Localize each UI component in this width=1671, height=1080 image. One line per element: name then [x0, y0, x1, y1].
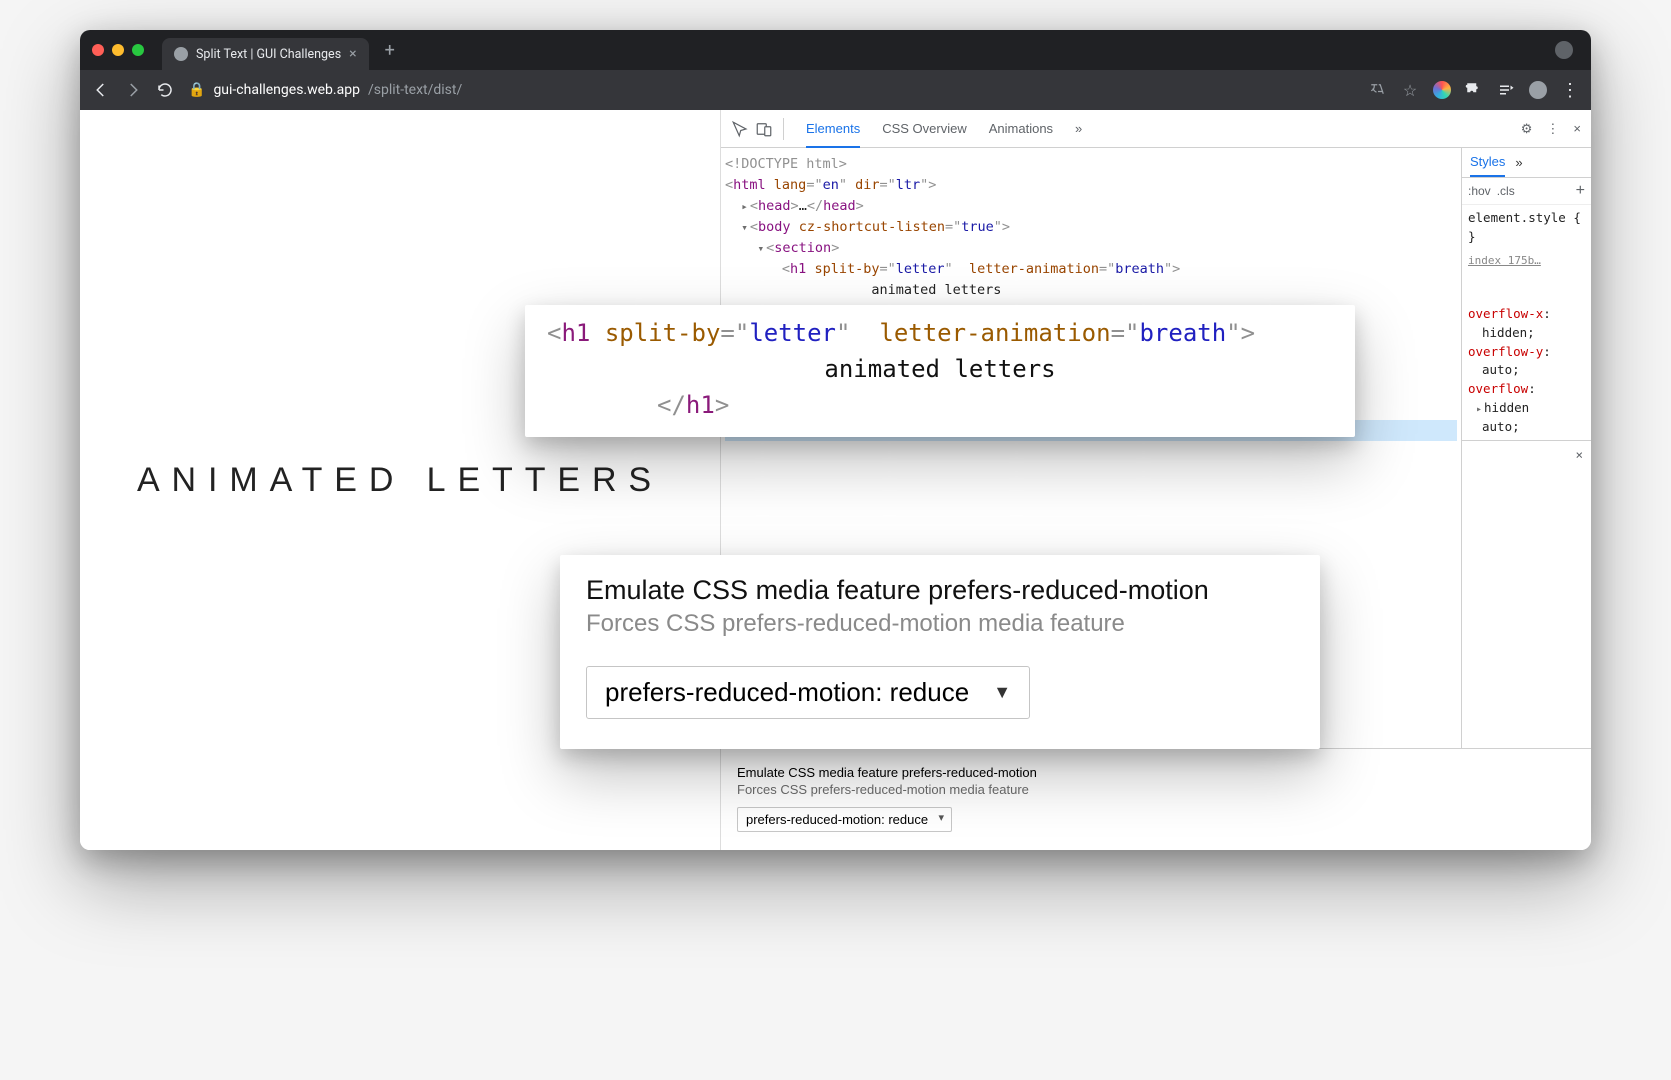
callout-code-snippet: <h1 split-by="letter" letter-animation="…: [525, 305, 1355, 437]
style-source[interactable]: index 175b…: [1468, 253, 1585, 270]
callout-render-title: Emulate CSS media feature prefers-reduce…: [586, 575, 1294, 606]
styles-pane: Styles » :hov .cls + element.style { } i…: [1461, 148, 1591, 748]
tab-title: Split Text | GUI Challenges: [196, 47, 341, 62]
favicon-icon: [174, 47, 188, 61]
reload-button[interactable]: [156, 81, 174, 99]
browser-tabbar: Split Text | GUI Challenges × +: [80, 30, 1591, 70]
fullscreen-icon[interactable]: [132, 44, 144, 56]
devtools-close-icon[interactable]: ×: [1573, 121, 1581, 136]
translate-icon[interactable]: [1369, 81, 1387, 99]
callout-rendering-panel: Emulate CSS media feature prefers-reduce…: [560, 555, 1320, 749]
profile-avatar-icon[interactable]: [1529, 81, 1547, 99]
profile-shield-icon[interactable]: [1555, 41, 1573, 59]
dom-section[interactable]: <section>: [725, 238, 1457, 259]
styles-more-icon[interactable]: »: [1515, 155, 1522, 170]
devtools-tab-animations[interactable]: Animations: [989, 110, 1053, 147]
dom-h1-text[interactable]: animated letters: [725, 280, 1457, 301]
devtools-tab-css-overview[interactable]: CSS Overview: [882, 110, 967, 147]
dom-head[interactable]: <head>…</head>: [725, 196, 1457, 217]
element-style-label: element.style {: [1468, 209, 1585, 228]
devtools-tabbar: Elements CSS Overview Animations » ⚙ ⋮ ×: [721, 110, 1591, 148]
devtools-menu-icon[interactable]: ⋮: [1546, 121, 1559, 137]
dom-h1[interactable]: <h1 split-by="letter" letter-animation="…: [725, 259, 1457, 280]
address-bar[interactable]: 🔒 gui-challenges.web.app/split-text/dist…: [188, 82, 462, 98]
styles-cls[interactable]: .cls: [1497, 184, 1515, 198]
rendering-drawer: Emulate CSS media feature prefers-reduce…: [721, 748, 1591, 850]
callout-render-select[interactable]: prefers-reduced-motion: reduce ▼: [586, 666, 1030, 719]
dom-doctype: <!DOCTYPE html>: [725, 154, 1457, 175]
devtools-settings-icon[interactable]: ⚙: [1521, 121, 1533, 137]
drawer-title: Emulate CSS media feature prefers-reduce…: [737, 765, 1575, 780]
styles-rules[interactable]: element.style { } index 175b… overflow-x…: [1462, 205, 1591, 440]
url-domain: gui-challenges.web.app: [213, 82, 360, 98]
tab-close-icon[interactable]: ×: [349, 46, 356, 62]
dom-body[interactable]: <body cz-shortcut-listen="true">: [725, 217, 1457, 238]
url-path: /split-text/dist/: [368, 82, 462, 98]
styles-hov[interactable]: :hov: [1468, 184, 1491, 198]
callout-render-desc: Forces CSS prefers-reduced-motion media …: [586, 610, 1294, 638]
minimize-icon[interactable]: [112, 44, 124, 56]
new-tab-button[interactable]: +: [377, 40, 403, 61]
back-button[interactable]: [92, 81, 110, 99]
styles-pane-close-icon[interactable]: ×: [1575, 447, 1583, 462]
extension-color-icon[interactable]: [1433, 81, 1451, 99]
close-icon[interactable]: [92, 44, 104, 56]
browser-toolbar: 🔒 gui-challenges.web.app/split-text/dist…: [80, 70, 1591, 110]
brace-close: }: [1468, 228, 1585, 247]
device-toggle-icon[interactable]: [755, 120, 773, 138]
styles-tab[interactable]: Styles: [1470, 148, 1505, 177]
styles-add-rule-icon[interactable]: +: [1576, 182, 1585, 200]
bookmark-star-icon[interactable]: ☆: [1401, 81, 1419, 99]
chevron-down-icon: ▼: [993, 682, 1011, 703]
dom-html-open[interactable]: <html lang="en" dir="ltr">: [725, 175, 1457, 196]
toolbar-extensions: ☆ ⋮: [1369, 81, 1579, 99]
page-heading: ANIMATED LETTERS: [137, 461, 663, 500]
lock-icon: 🔒: [188, 82, 205, 98]
inspect-element-icon[interactable]: [731, 120, 749, 138]
media-icon[interactable]: [1497, 81, 1515, 99]
drawer-desc: Forces CSS prefers-reduced-motion media …: [737, 782, 1575, 797]
callout-render-option: prefers-reduced-motion: reduce: [605, 677, 969, 708]
extensions-puzzle-icon[interactable]: [1465, 81, 1483, 99]
devtools-tab-more[interactable]: »: [1075, 110, 1082, 147]
browser-menu-icon[interactable]: ⋮: [1561, 81, 1579, 99]
drawer-select[interactable]: prefers-reduced-motion: reduce: [737, 807, 952, 832]
forward-button[interactable]: [124, 81, 142, 99]
browser-tab[interactable]: Split Text | GUI Challenges ×: [162, 38, 369, 70]
devtools-tab-elements[interactable]: Elements: [806, 110, 860, 147]
window-controls: [92, 44, 144, 56]
